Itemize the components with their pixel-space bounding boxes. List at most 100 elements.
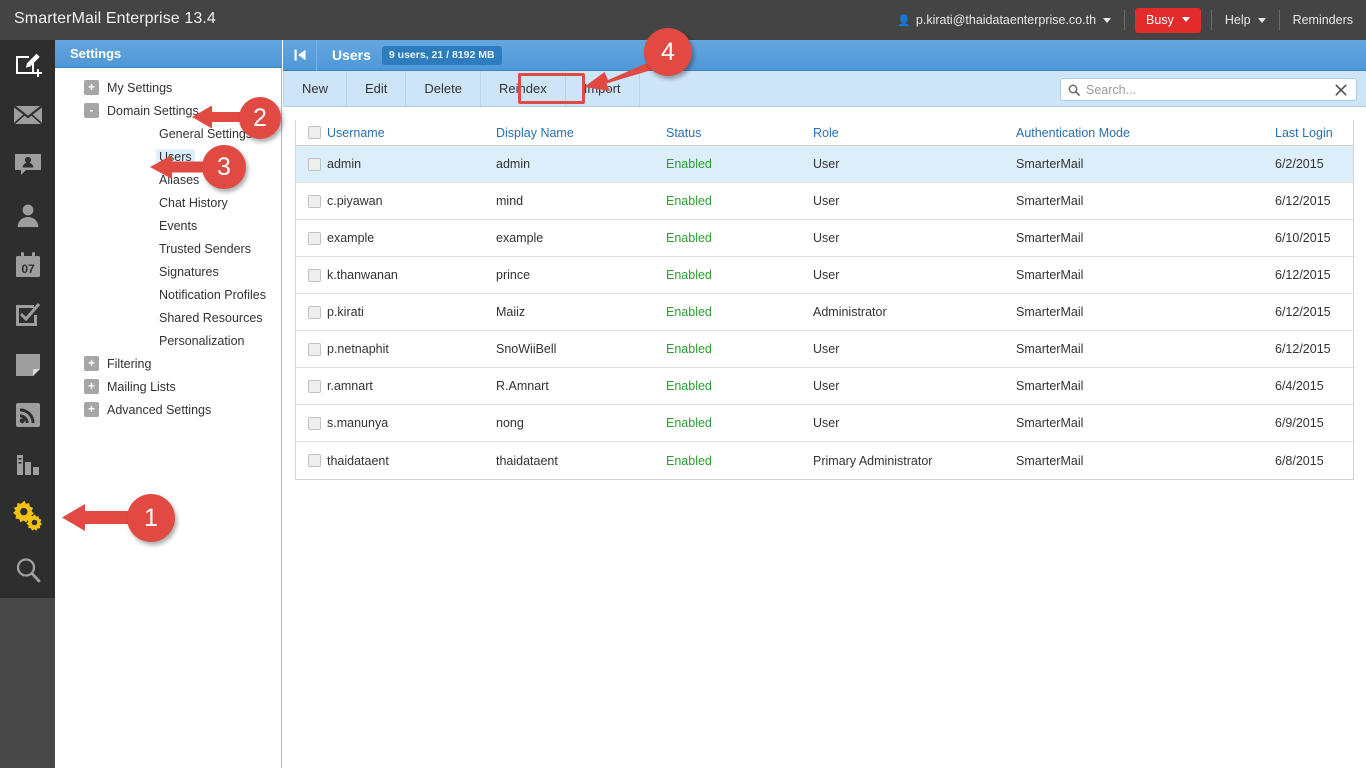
row-checkbox[interactable] [296,157,327,171]
status-menu[interactable]: Busy [1125,0,1211,40]
select-all-checkbox[interactable] [296,126,327,139]
collapse-panel-icon[interactable] [283,39,317,71]
table-row[interactable]: admin admin Enabled User SmarterMail 6/2/2015 [296,146,1353,183]
search-input[interactable] [1086,82,1329,97]
top-bar-right-group: 👤 p.kirati@thaidataenterprise.co.th Busy… [884,0,1366,40]
tree-item-domain-settings[interactable]: - Domain Settings [55,99,282,122]
cell-display: Maiiz [496,305,526,319]
tree-item-shared-resources[interactable]: Shared Resources [55,306,282,329]
tree-item-label: Filtering [107,356,152,371]
column-header-display-name[interactable]: Display Name [496,126,666,140]
compose-new-icon[interactable] [0,40,55,90]
table-row[interactable]: c.piyawan mind Enabled User SmarterMail 6/12/… [296,183,1353,220]
tree-item-notification-profiles[interactable]: Notification Profiles [55,283,282,306]
tree-item-events[interactable]: Events [55,214,282,237]
column-header-last-login[interactable]: Last Login [1275,126,1355,140]
chevron-down-icon [1257,17,1266,23]
help-menu[interactable]: Help [1212,0,1279,40]
column-header-authentication-mode[interactable]: Authentication Mode [1016,126,1275,140]
tree-item-my-settings[interactable]: + My Settings [55,76,282,99]
row-checkbox[interactable] [296,379,327,393]
table-row[interactable]: k.thanwanan prince Enabled User SmarterMail 6… [296,257,1353,294]
cell-auth: SmarterMail [1016,268,1084,282]
cell-status: Enabled [666,342,712,356]
user-icon: 👤 [897,14,911,27]
tree-item-label: Mailing Lists [107,379,176,394]
toolbar-delete-button[interactable]: Delete [406,71,481,106]
row-checkbox[interactable] [296,268,327,282]
toolbar-import-button[interactable]: Import [566,71,640,106]
row-checkbox[interactable] [296,342,327,356]
tree-item-label: General Settings [159,126,253,141]
cell-username: s.manunya [327,416,389,430]
column-header-role[interactable]: Role [813,126,1016,140]
tree-item-filtering[interactable]: + Filtering [55,352,282,375]
tree-item-users[interactable]: Users [55,145,282,168]
tree-item-label: Signatures [159,264,219,279]
account-menu[interactable]: 👤 p.kirati@thaidataenterprise.co.th [884,0,1124,40]
tree-item-trusted-senders[interactable]: Trusted Senders [55,237,282,260]
settings-gear-icon[interactable] [0,490,55,540]
tree-item-label: My Settings [107,80,173,95]
row-checkbox[interactable] [296,305,327,319]
row-checkbox[interactable] [296,231,327,245]
tree-item-mailing-lists[interactable]: + Mailing Lists [55,375,282,398]
tree-item-label: Aliases [159,172,200,187]
settings-tree: + My Settings - Domain Settings General Sett… [55,76,282,421]
table-row[interactable]: thaidataent thaidataent Enabled Primary Adm… [296,442,1353,479]
collapse-icon[interactable]: - [84,103,99,118]
cell-auth: SmarterMail [1016,342,1084,356]
tree-item-advanced-settings[interactable]: + Advanced Settings [55,398,282,421]
cell-last: 6/9/2015 [1275,416,1324,430]
tasks-icon[interactable] [0,290,55,340]
cell-username: c.piyawan [327,194,383,208]
search-box[interactable] [1060,78,1357,101]
reports-icon[interactable] [0,440,55,490]
email-icon[interactable] [0,90,55,140]
cell-last: 6/12/2015 [1275,194,1331,208]
expand-icon[interactable]: + [84,80,99,95]
row-checkbox[interactable] [296,416,327,430]
tree-item-aliases[interactable]: Aliases [55,168,282,191]
cell-auth: SmarterMail [1016,157,1084,171]
table-row[interactable]: r.amnart R.Amnart Enabled User SmarterMail 6/… [296,368,1353,405]
tree-item-label: Users [156,148,195,165]
table-row[interactable]: p.netnaphit SnoWiiBell Enabled User SmarterM… [296,331,1353,368]
cell-status: Enabled [666,416,712,430]
tree-item-chat-history[interactable]: Chat History [55,191,282,214]
table-row[interactable]: p.kirati Maiiz Enabled Administrator Smarter… [296,294,1353,331]
notes-icon[interactable] [0,340,55,390]
cell-role: User [813,268,840,282]
svg-text:07: 07 [21,262,35,276]
calendar-icon[interactable]: 07 [0,240,55,290]
table-header-row: Username Display Name Status Role Authentica… [296,120,1353,146]
contacts-icon[interactable] [0,190,55,240]
toolbar-reindex-button[interactable]: Reindex [481,71,566,106]
row-checkbox[interactable] [296,194,327,208]
column-header-status[interactable]: Status [666,126,813,140]
expand-icon[interactable]: + [84,402,99,417]
search-icon[interactable] [0,545,55,595]
table-row[interactable]: s.manunya nong Enabled User SmarterMail 6/9/2… [296,405,1353,442]
column-header-username[interactable]: Username [327,126,496,140]
toolbar-edit-button[interactable]: Edit [347,71,407,106]
reminders-button[interactable]: Reminders [1280,0,1366,40]
cell-auth: SmarterMail [1016,231,1084,245]
tree-item-signatures[interactable]: Signatures [55,260,282,283]
tree-item-personalization[interactable]: Personalization [55,329,282,352]
page-title: Users [332,47,371,63]
toolbar-new-button[interactable]: New [283,71,348,106]
table-row[interactable]: example example Enabled User SmarterMail 6/10… [296,220,1353,257]
row-checkbox[interactable] [296,454,327,467]
content-header: Users 9 users, 21 / 8192 MB [283,39,1366,71]
tree-item-general-settings[interactable]: General Settings [55,122,282,145]
status-badge[interactable]: Busy [1135,7,1201,33]
expand-icon[interactable]: + [84,379,99,394]
cell-role: Administrator [813,305,887,319]
chat-icon[interactable] [0,140,55,190]
rss-icon[interactable] [0,390,55,440]
cell-role: Primary Administrator [813,453,933,468]
expand-icon[interactable]: + [84,356,99,371]
cell-display: SnoWiiBell [496,342,557,356]
clear-search-icon[interactable] [1329,83,1356,96]
